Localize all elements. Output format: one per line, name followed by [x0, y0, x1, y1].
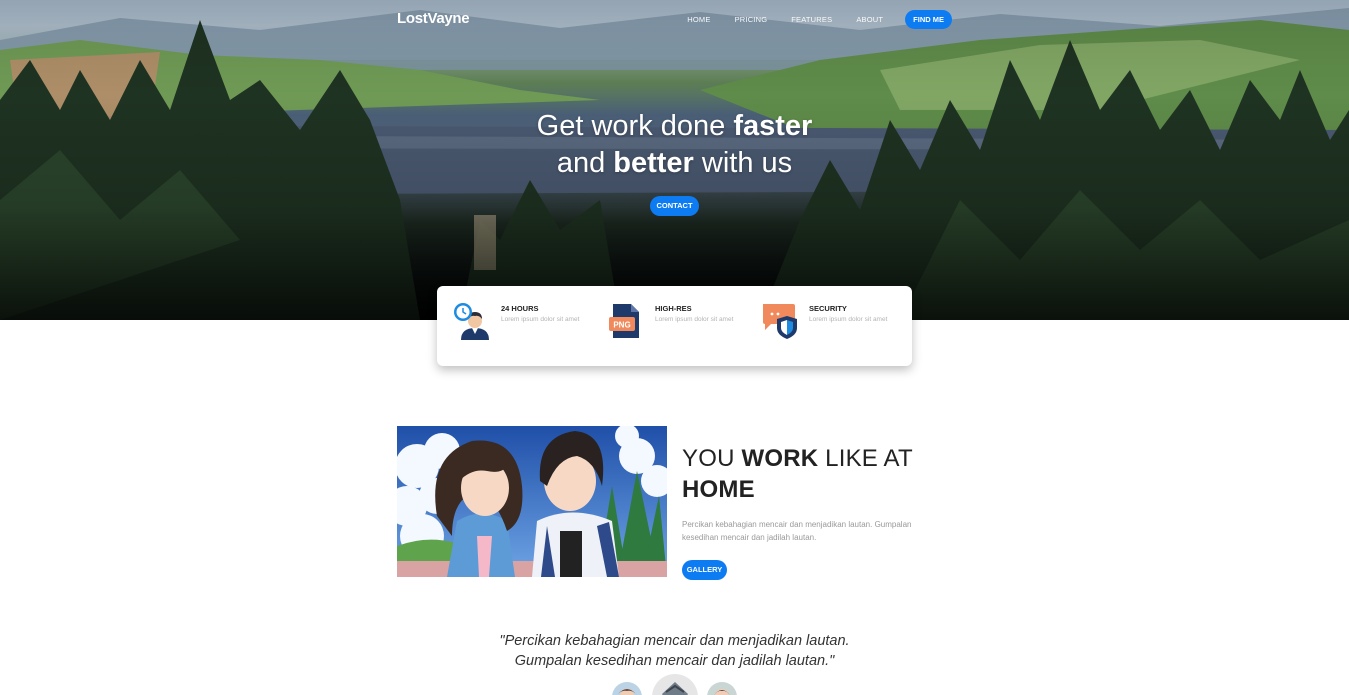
find-me-button[interactable]: FIND ME — [905, 9, 952, 29]
about-heading-line2: HOME — [682, 476, 755, 503]
feature-title: HIGH-RES — [655, 304, 692, 313]
feature-title: 24 HOURS — [501, 304, 539, 313]
feature-item-security: SECURITY Lorem ipsum dolor sit amet — [761, 302, 911, 342]
about-paragraph: Percikan kebahagian mencair dan menjadik… — [682, 520, 912, 542]
testimonial-avatar-active[interactable] — [652, 674, 698, 695]
clock-person-icon — [454, 303, 489, 340]
testimonial-avatar-left[interactable] — [612, 682, 642, 695]
hero-line1-text: Get work done — [536, 110, 734, 142]
feature-item-high-res: PNG HIGH-RES Lorem ipsum dolor sit amet — [607, 302, 757, 342]
hero-line1-bold: faster — [733, 110, 813, 142]
shield-chat-icon — [763, 304, 797, 339]
brand-logo[interactable]: LostVayne — [397, 9, 470, 29]
about-heading-post: LIKE AT — [818, 445, 913, 472]
nav-link-about[interactable]: ABOUT — [856, 15, 883, 24]
feature-item-24-hours: 24 HOURS Lorem ipsum dolor sit amet — [453, 302, 603, 342]
anime-couple-illustration — [397, 426, 667, 577]
hero-line2-bold: better — [613, 147, 694, 179]
about-heading-bold: WORK — [741, 445, 819, 472]
hero-headline: Get work done faster and better with us — [0, 108, 1349, 182]
nav-link-pricing[interactable]: PRICING — [735, 15, 768, 24]
png-file-icon: PNG — [609, 304, 639, 338]
testimonial-quote: "Percikan kebahagian mencair dan menjadi… — [0, 631, 1349, 671]
quote-line-2: Gumpalan kesedihan mencair dan jadilah l… — [514, 653, 835, 669]
hero-line2-text: and — [556, 147, 614, 179]
quote-line-1: "Percikan kebahagian mencair dan menjadi… — [499, 633, 850, 649]
features-card: 24 HOURS Lorem ipsum dolor sit amet PNG … — [437, 286, 912, 366]
about-heading: YOU WORK LIKE AT HOME — [682, 443, 913, 505]
about-image — [397, 426, 667, 577]
about-heading-pre: YOU — [682, 445, 742, 472]
top-navbar: LostVayne HOME PRICING FEATURES ABOUT FI… — [397, 9, 952, 29]
nav-link-home[interactable]: HOME — [687, 15, 710, 24]
png-label: PNG — [613, 321, 630, 330]
contact-button[interactable]: CONTACT — [650, 196, 699, 216]
gallery-button[interactable]: GALLERY — [682, 560, 727, 580]
hero-section: LostVayne HOME PRICING FEATURES ABOUT FI… — [0, 0, 1349, 320]
testimonial-avatar-right[interactable] — [707, 682, 737, 695]
feature-description: Lorem ipsum dolor sit amet — [501, 316, 580, 323]
feature-description: Lorem ipsum dolor sit amet — [809, 316, 888, 323]
nav-links: HOME PRICING FEATURES ABOUT FIND ME — [663, 9, 952, 29]
nav-link-features[interactable]: FEATURES — [791, 15, 832, 24]
feature-description: Lorem ipsum dolor sit amet — [655, 316, 734, 323]
hero-line2-end: with us — [693, 147, 793, 179]
feature-title: SECURITY — [809, 304, 847, 313]
